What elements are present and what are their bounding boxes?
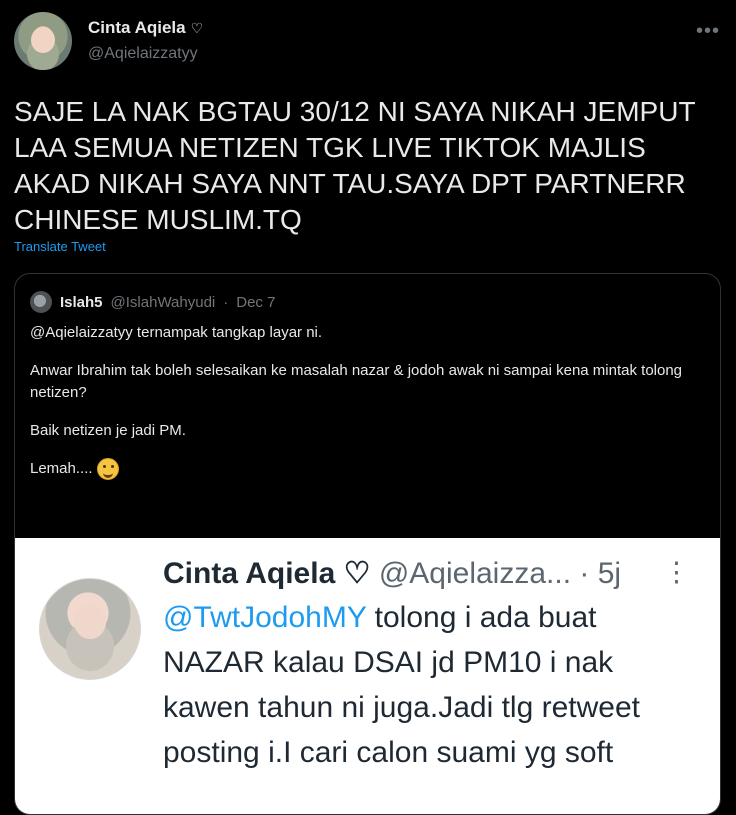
- embedded-line-3: kawen tahun ni juga.Jadi tlg retweet: [163, 691, 640, 724]
- author-avatar[interactable]: [14, 12, 72, 70]
- quoted-paragraph-text: Lemah....: [30, 460, 93, 477]
- separator-dot: ·: [223, 293, 229, 311]
- quoted-paragraph-last: Lemah....: [30, 458, 710, 481]
- quoted-author-handle[interactable]: @IslahWahyudi: [111, 294, 216, 311]
- quoted-paragraph: Anwar Ibrahim tak boleh selesaikan ke ma…: [30, 362, 683, 401]
- author-handle[interactable]: @Aqielaizzatyy: [88, 45, 198, 63]
- embedded-handle: @Aqielaizza...: [378, 557, 572, 590]
- embedded-mention: @TwtJodohMY: [163, 601, 367, 634]
- quoted-tweet-body: @Aqielaizzatyy ternampak tangkap layar n…: [30, 322, 710, 496]
- tweet-header: Cinta Aqiela ♡ @Aqielaizzatyy •••: [14, 12, 722, 74]
- embedded-screenshot[interactable]: Cinta Aqiela ♡ @Aqielaizza... · 5j ⋮ @Tw…: [15, 538, 720, 814]
- heart-icon: ♡: [190, 19, 204, 36]
- embedded-line-1-text: tolong i ada buat: [366, 601, 597, 634]
- embedded-name: Cinta Aqiela ♡: [163, 557, 371, 590]
- embedded-avatar: [39, 578, 141, 680]
- quoted-paragraph: @Aqielaizzatyy ternampak tangkap layar n…: [30, 324, 323, 341]
- quoted-paragraph: Baik netizen je jadi PM.: [30, 422, 186, 439]
- quoted-tweet-header: Islah5 @IslahWahyudi · Dec 7: [30, 291, 275, 313]
- embedded-name-line: Cinta Aqiela ♡ @Aqielaizza... · 5j: [163, 553, 621, 595]
- tweet-text: SAJE LA NAK BGTAU 30/12 NI SAYA NIKAH JE…: [14, 96, 696, 235]
- sweat-smile-emoji-icon: [96, 458, 119, 481]
- embedded-line-1: @TwtJodohMY tolong i ada buat: [163, 597, 597, 639]
- quoted-tweet-date[interactable]: Dec 7: [236, 294, 275, 311]
- embedded-more-icon: ⋮: [663, 557, 690, 587]
- embedded-line-4: posting i.I cari calon suami yg soft: [163, 736, 614, 769]
- quoted-tweet[interactable]: Islah5 @IslahWahyudi · Dec 7 @Aqielaizza…: [14, 273, 721, 815]
- embedded-time: · 5j: [579, 557, 622, 590]
- author-name[interactable]: Cinta Aqiela: [88, 18, 186, 38]
- author-name-row[interactable]: Cinta Aqiela ♡: [88, 18, 203, 38]
- quoted-author-name[interactable]: Islah5: [60, 294, 103, 311]
- embedded-line-2: NAZAR kalau DSAI jd PM10 i nak: [163, 646, 614, 679]
- quoted-author-avatar[interactable]: [30, 291, 52, 313]
- more-icon[interactable]: •••: [696, 20, 720, 43]
- translate-tweet-link[interactable]: Translate Tweet: [14, 239, 106, 254]
